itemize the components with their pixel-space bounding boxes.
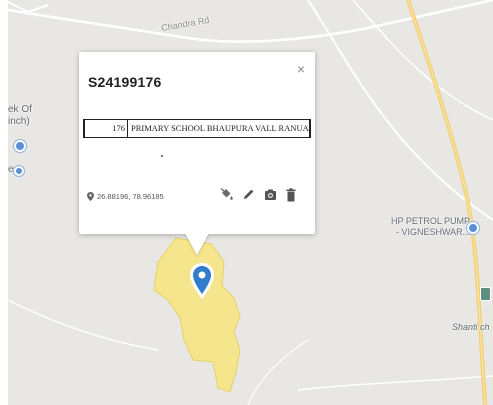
attribute-number: 176: [85, 120, 128, 137]
place-label: ek Of: [8, 104, 32, 115]
feature-id-title: S24199176: [88, 74, 162, 90]
info-window-tail: [185, 233, 209, 255]
coordinates-text: 26.88196, 78.96185: [97, 192, 164, 201]
highway: [406, 0, 487, 405]
poi-label: e: [8, 164, 14, 175]
poi-marker[interactable]: [14, 140, 26, 152]
place-label[interactable]: Shanti ch: [452, 322, 490, 332]
attribute-name: PRIMARY SCHOOL BHAUPURA VALL RANUA: [131, 123, 309, 133]
place-label[interactable]: HP PETROL PUMP: [391, 216, 470, 226]
road-bottom-left: [8, 299, 159, 351]
poi-marker[interactable]: [14, 166, 24, 176]
paint-bucket-icon[interactable]: [220, 188, 233, 201]
road-lower: [247, 339, 309, 405]
coordinates-row: 26.88196, 78.96185: [87, 192, 164, 201]
attribute-row: 176 PRIMARY SCHOOL BHAUPURA VALL RANUA: [83, 119, 311, 138]
trash-icon[interactable]: [286, 188, 299, 202]
road-shield-icon: [480, 287, 491, 301]
camera-icon[interactable]: [264, 188, 277, 201]
road-bottom: [297, 375, 493, 391]
place-label: inch): [8, 116, 30, 127]
close-icon[interactable]: ×: [297, 62, 305, 76]
place-label[interactable]: - VIGNESHWAR...: [396, 227, 470, 237]
separator-dot: [161, 155, 163, 157]
toolbar: [220, 188, 299, 202]
pencil-icon[interactable]: [242, 188, 255, 201]
pin-icon: [87, 192, 94, 201]
location-pin-icon[interactable]: [189, 262, 215, 300]
info-window: S24199176 × 176 PRIMARY SCHOOL BHAUPURA V…: [79, 52, 315, 234]
gas-station-icon[interactable]: [467, 222, 479, 234]
